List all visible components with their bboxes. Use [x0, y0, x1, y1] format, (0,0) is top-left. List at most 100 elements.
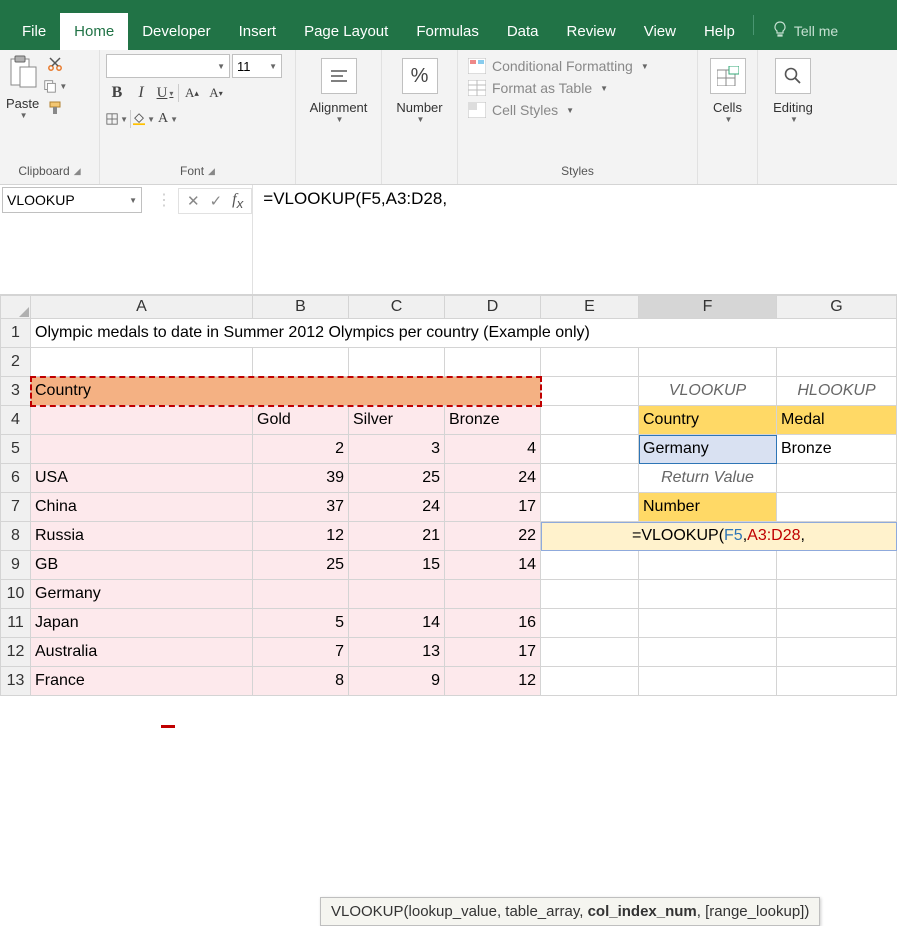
cell-B4[interactable]: Gold: [253, 406, 349, 435]
row-header-4[interactable]: 4: [1, 406, 31, 435]
cell-B12[interactable]: 7: [253, 638, 349, 667]
format-painter-button[interactable]: [43, 98, 67, 118]
select-all-cell[interactable]: [1, 296, 31, 319]
cell-D8[interactable]: 22: [445, 522, 541, 551]
cell-C6[interactable]: 25: [349, 464, 445, 493]
row-header-2[interactable]: 2: [1, 348, 31, 377]
cell-D12[interactable]: 17: [445, 638, 541, 667]
col-header-A[interactable]: A: [31, 296, 253, 319]
tab-view[interactable]: View: [630, 13, 690, 50]
cells-button[interactable]: Cells ▼: [704, 54, 752, 128]
cell-A9[interactable]: GB: [31, 551, 253, 580]
row-header-8[interactable]: 8: [1, 522, 31, 551]
cell-F8-editing[interactable]: =VLOOKUP(F5,A3:D28,: [541, 522, 897, 551]
cell-G3[interactable]: HLOOKUP: [777, 377, 897, 406]
cell-F5[interactable]: Germany: [639, 435, 777, 464]
tab-insert[interactable]: Insert: [225, 13, 291, 50]
font-name-select[interactable]: ▼: [106, 54, 230, 78]
italic-button[interactable]: I: [130, 82, 152, 104]
tab-developer[interactable]: Developer: [128, 13, 224, 50]
bold-button[interactable]: B: [106, 82, 128, 104]
cell-D6[interactable]: 24: [445, 464, 541, 493]
row-header-5[interactable]: 5: [1, 435, 31, 464]
enter-formula-button[interactable]: ✓: [210, 192, 223, 210]
cell-A13[interactable]: France: [31, 667, 253, 696]
cell-C13[interactable]: 9: [349, 667, 445, 696]
chevron-down-icon[interactable]: ▼: [20, 111, 28, 120]
tab-home[interactable]: Home: [60, 13, 128, 50]
chevron-down-icon[interactable]: ▼: [417, 115, 425, 124]
cell-styles-button[interactable]: Cell Styles▼: [468, 102, 649, 118]
row-header-3[interactable]: 3: [1, 377, 31, 406]
name-box[interactable]: VLOOKUP▼: [2, 187, 142, 213]
col-header-D[interactable]: D: [445, 296, 541, 319]
paste-icon[interactable]: [7, 54, 39, 90]
format-as-table-button[interactable]: Format as Table▼: [468, 80, 649, 96]
row-header-11[interactable]: 11: [1, 609, 31, 638]
row-header-6[interactable]: 6: [1, 464, 31, 493]
cell-D9[interactable]: 14: [445, 551, 541, 580]
cell-B7[interactable]: 37: [253, 493, 349, 522]
cell-A10[interactable]: Germany: [31, 580, 253, 609]
row-header-12[interactable]: 12: [1, 638, 31, 667]
cell-F3[interactable]: VLOOKUP: [639, 377, 777, 406]
editing-button[interactable]: Editing ▼: [767, 54, 819, 128]
cell-D11[interactable]: 16: [445, 609, 541, 638]
row-header-7[interactable]: 7: [1, 493, 31, 522]
cell-A4[interactable]: [31, 406, 253, 435]
col-header-E[interactable]: E: [541, 296, 639, 319]
cell-F6[interactable]: Return Value: [639, 464, 777, 493]
col-header-B[interactable]: B: [253, 296, 349, 319]
tab-file[interactable]: File: [8, 13, 60, 50]
cell-C12[interactable]: 13: [349, 638, 445, 667]
chevron-down-icon[interactable]: ▼: [725, 115, 733, 124]
cell-C4[interactable]: Silver: [349, 406, 445, 435]
cell-F7[interactable]: Number: [639, 493, 777, 522]
cell-A7[interactable]: China: [31, 493, 253, 522]
row-header-10[interactable]: 10: [1, 580, 31, 609]
cell-A3[interactable]: Country: [31, 377, 541, 406]
alignment-button[interactable]: Alignment ▼: [304, 54, 374, 128]
cell-C5[interactable]: 3: [349, 435, 445, 464]
tab-help[interactable]: Help: [690, 13, 749, 50]
chevron-down-icon[interactable]: ▼: [790, 115, 798, 124]
cell-B6[interactable]: 39: [253, 464, 349, 493]
copy-button[interactable]: ▼: [43, 76, 67, 96]
cell-B13[interactable]: 8: [253, 667, 349, 696]
cell-B11[interactable]: 5: [253, 609, 349, 638]
spreadsheet-grid[interactable]: A B C D E F G 1Olympic medals to date in…: [0, 295, 897, 696]
cell-A11[interactable]: Japan: [31, 609, 253, 638]
font-size-select[interactable]: 11▼: [232, 54, 282, 78]
conditional-formatting-button[interactable]: Conditional Formatting▼: [468, 58, 649, 74]
cell-A1[interactable]: Olympic medals to date in Summer 2012 Ol…: [31, 319, 897, 348]
tab-page-layout[interactable]: Page Layout: [290, 13, 402, 50]
col-header-F[interactable]: F: [639, 296, 777, 319]
number-button[interactable]: % Number ▼: [390, 54, 448, 128]
row-header-1[interactable]: 1: [1, 319, 31, 348]
fill-color-button[interactable]: ▼: [133, 108, 155, 130]
col-header-C[interactable]: C: [349, 296, 445, 319]
underline-button[interactable]: U▾: [154, 82, 176, 104]
cell-G4[interactable]: Medal: [777, 406, 897, 435]
cell-A8[interactable]: Russia: [31, 522, 253, 551]
cell-C8[interactable]: 21: [349, 522, 445, 551]
tab-formulas[interactable]: Formulas: [402, 13, 493, 50]
grow-font-button[interactable]: A▴: [181, 82, 203, 104]
cell-C9[interactable]: 15: [349, 551, 445, 580]
cell-G5[interactable]: Bronze: [777, 435, 897, 464]
fx-icon[interactable]: fx: [232, 191, 243, 211]
row-header-13[interactable]: 13: [1, 667, 31, 696]
cell-A12[interactable]: Australia: [31, 638, 253, 667]
shrink-font-button[interactable]: A▾: [205, 82, 227, 104]
cell-D5[interactable]: 4: [445, 435, 541, 464]
row-header-9[interactable]: 9: [1, 551, 31, 580]
col-header-G[interactable]: G: [777, 296, 897, 319]
tell-me-search[interactable]: Tell me: [758, 11, 852, 50]
formula-bar[interactable]: =VLOOKUP(F5,A3:D28,: [252, 185, 897, 294]
tab-review[interactable]: Review: [553, 13, 630, 50]
cell-B8[interactable]: 12: [253, 522, 349, 551]
cell-B5[interactable]: 2: [253, 435, 349, 464]
cell-D4[interactable]: Bronze: [445, 406, 541, 435]
chevron-down-icon[interactable]: ▼: [336, 115, 344, 124]
cell-B9[interactable]: 25: [253, 551, 349, 580]
